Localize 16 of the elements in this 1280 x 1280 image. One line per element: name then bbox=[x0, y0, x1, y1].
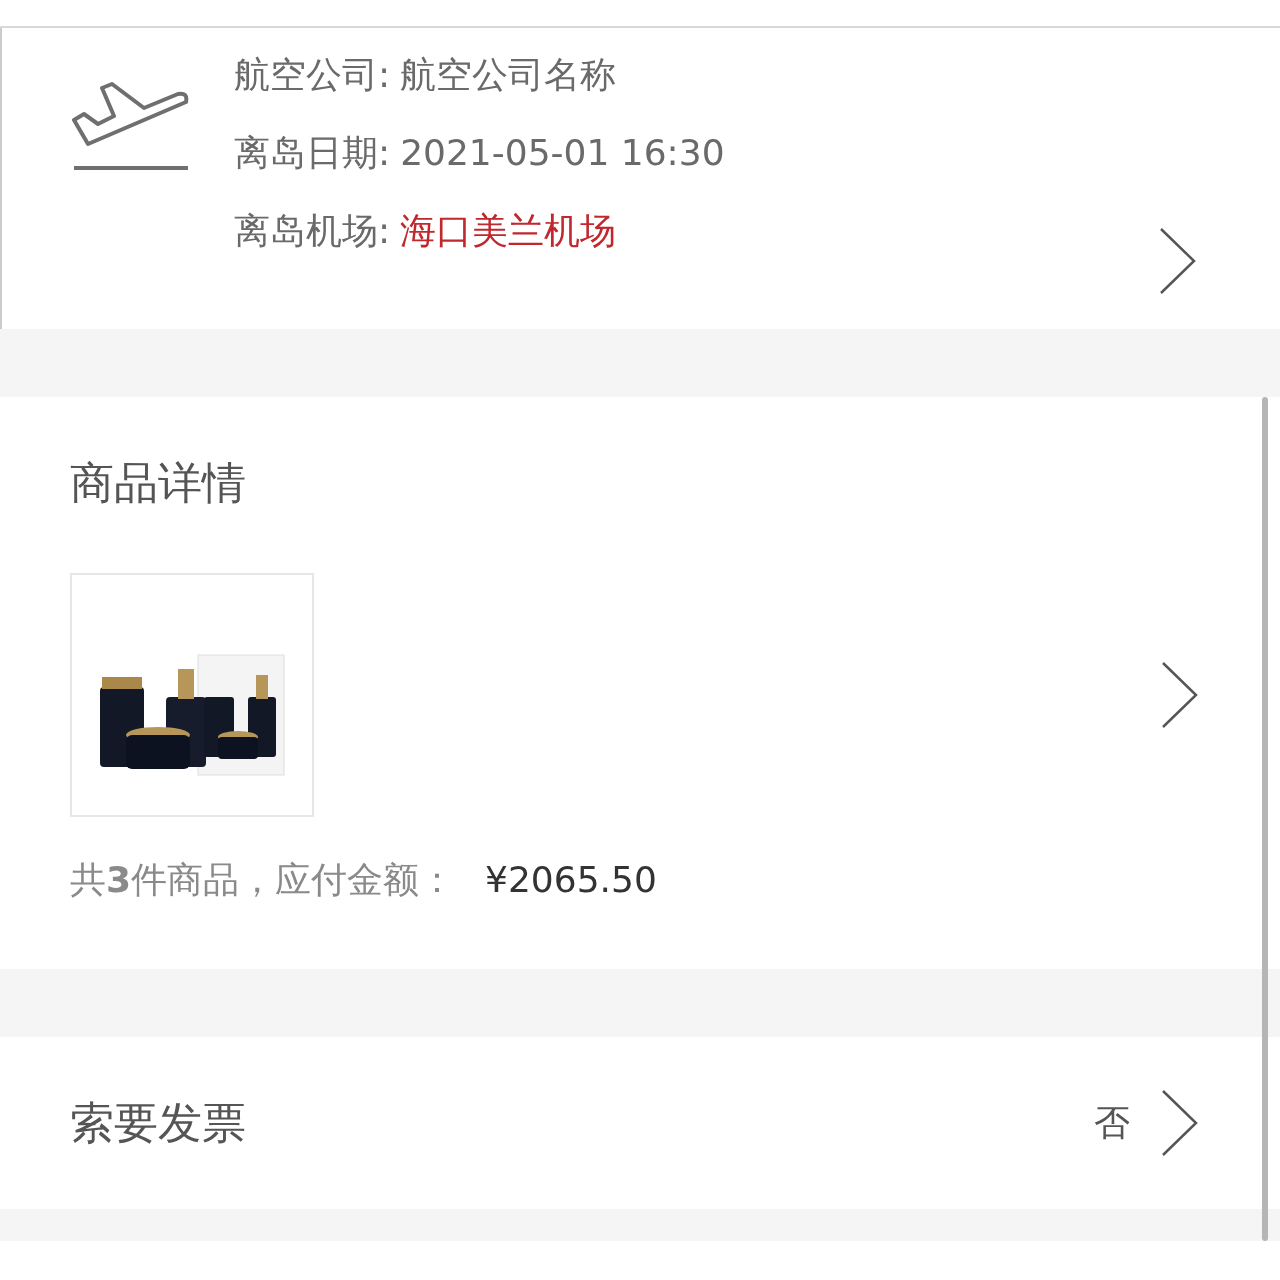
invoice-label: 索要发票 bbox=[70, 1096, 246, 1150]
product-thumbnail[interactable] bbox=[70, 573, 314, 817]
chevron-right-icon bbox=[1160, 1088, 1200, 1158]
field-value: 航空公司名称 bbox=[400, 53, 617, 97]
total-amount: ¥2065.50 bbox=[485, 858, 657, 902]
scroll-bar[interactable] bbox=[1262, 397, 1268, 1241]
field-label: 航空公司: bbox=[234, 53, 391, 97]
field-value: 2021-05-01 16:30 bbox=[400, 131, 725, 175]
section-title: 商品详情 bbox=[70, 456, 247, 510]
chevron-right-icon[interactable] bbox=[1160, 660, 1200, 730]
field-label: 离岛日期: bbox=[234, 131, 391, 175]
item-count-text: 共3件商品，应付金额： bbox=[70, 858, 456, 902]
chevron-right-icon bbox=[1158, 226, 1198, 296]
field-label: 离岛机场: bbox=[234, 209, 391, 253]
invoice-value: 否 bbox=[1094, 1100, 1130, 1145]
field-value: 海口美兰机场 bbox=[400, 209, 617, 253]
